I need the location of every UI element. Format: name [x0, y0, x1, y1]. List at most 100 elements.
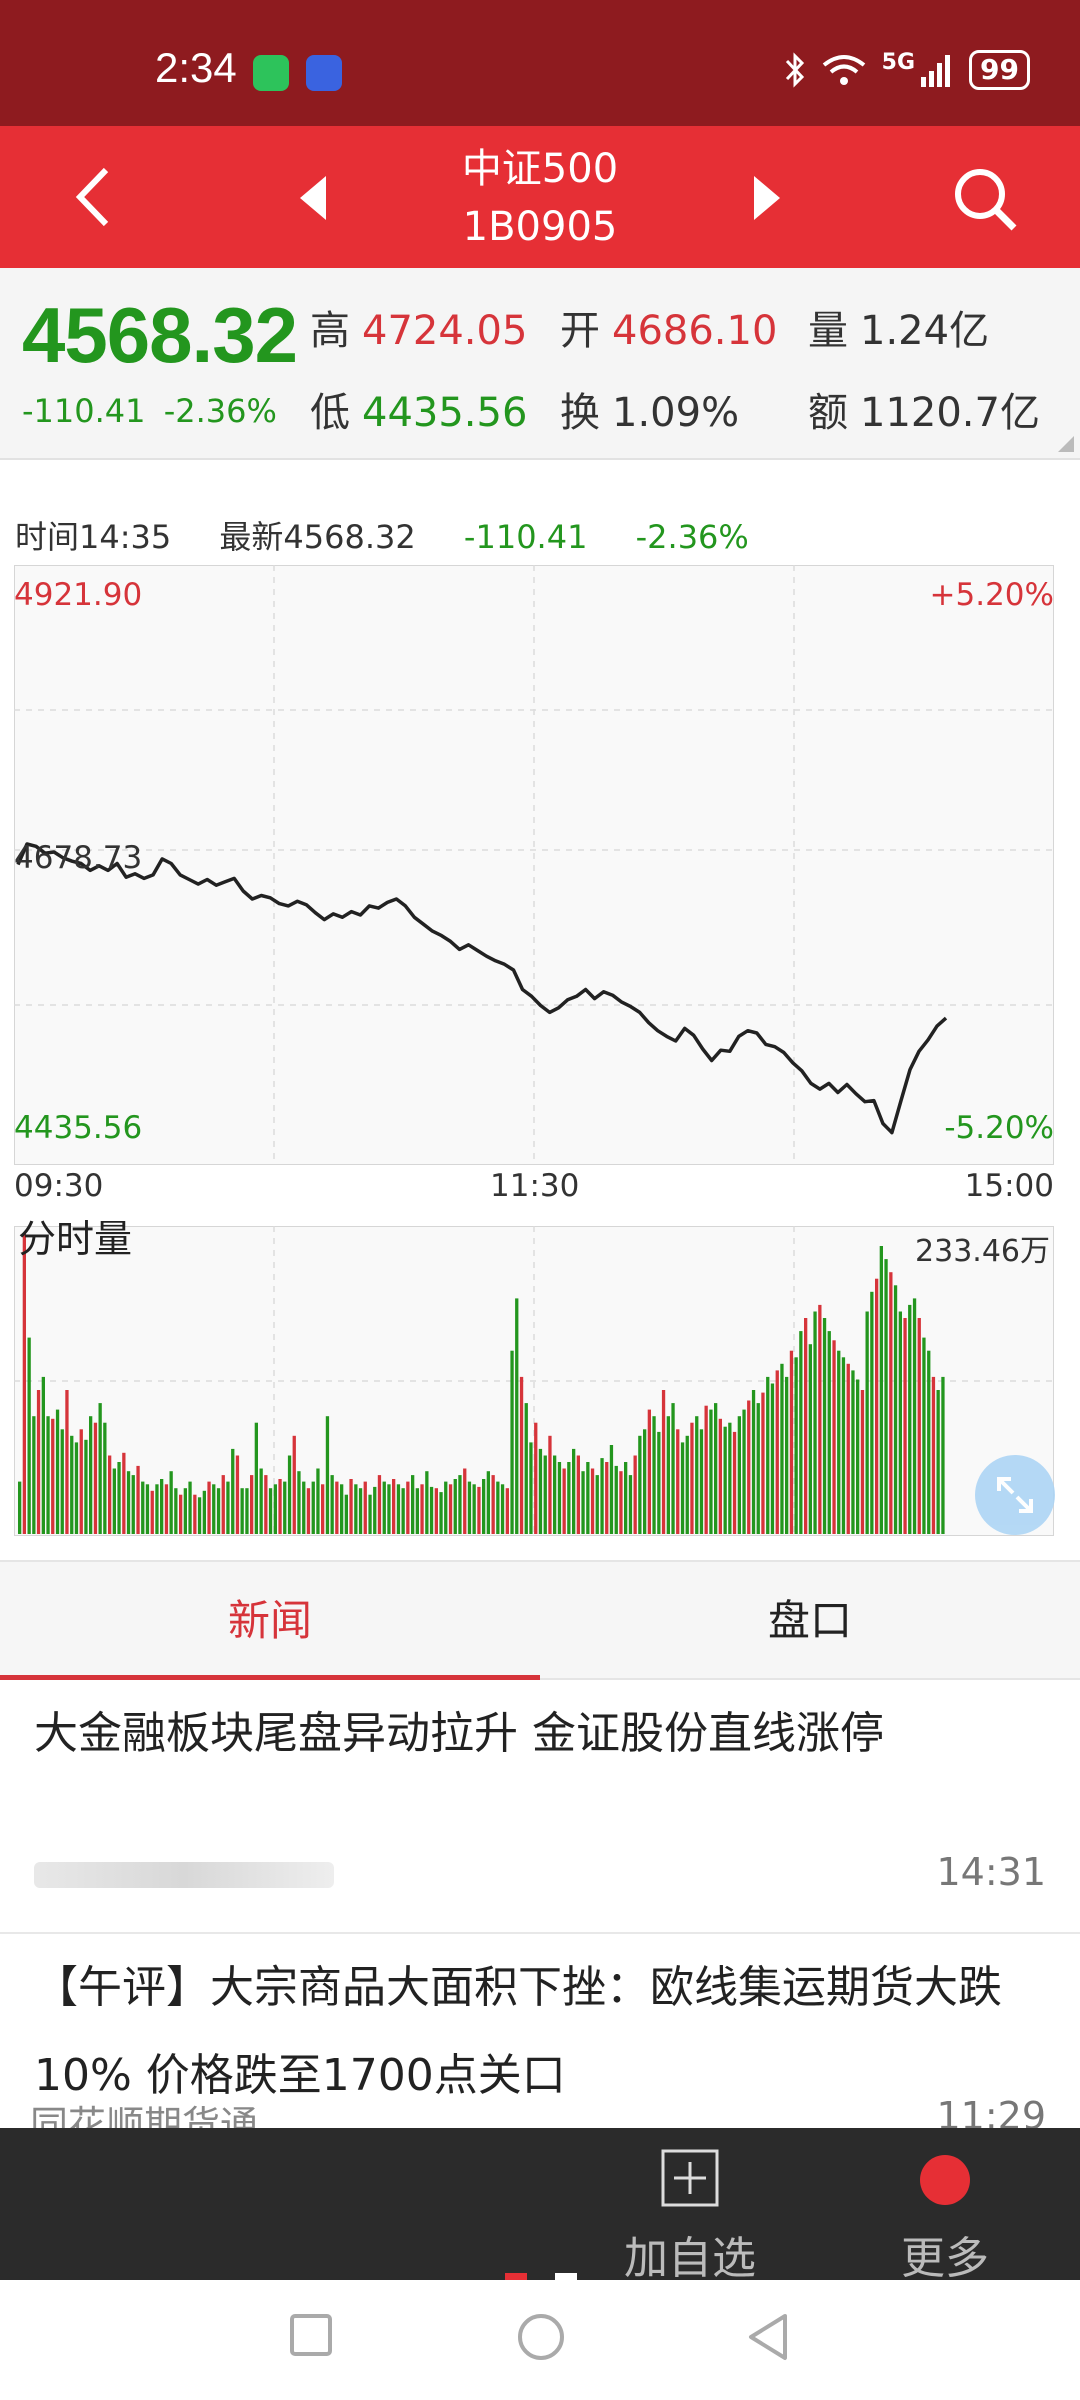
intraday-chart[interactable]: 4921.90 4678.73 4435.56 +5.20% -5.20% — [13, 564, 1055, 1166]
next-stock-icon[interactable] — [752, 174, 782, 222]
tab-news[interactable]: 新闻 — [0, 1562, 540, 1680]
volume-bar — [463, 1468, 467, 1534]
volume-bar — [259, 1468, 263, 1534]
recents-icon[interactable] — [288, 2312, 334, 2358]
fullscreen-button[interactable] — [975, 1455, 1055, 1535]
volume-bar — [472, 1484, 476, 1534]
volume-bar — [822, 1318, 827, 1534]
volume-bar — [747, 1400, 751, 1534]
status-bar: 2:34 5G 99 — [0, 0, 1080, 126]
volume-bar — [477, 1486, 481, 1534]
quote-panel: 4568.32 -110.41 -2.36% 高 4724.05 开 4686.10… — [0, 268, 1080, 460]
high-cell: 高 4724.05 — [310, 298, 527, 356]
volume-bar — [519, 1376, 524, 1534]
volume-max-label: 233.46万 — [915, 1234, 1050, 1269]
wechat-icon — [253, 55, 289, 91]
y-mid-label: 4678.73 — [14, 840, 143, 876]
volume-bar — [756, 1403, 760, 1534]
volume-bar — [264, 1475, 268, 1534]
stock-name: 中证500 — [461, 146, 619, 192]
tab-order-book[interactable]: 盘口 — [540, 1562, 1080, 1680]
volume-bar — [666, 1416, 670, 1534]
volume-bar — [155, 1484, 159, 1534]
volume-bar — [74, 1442, 79, 1534]
volume-bar — [742, 1409, 746, 1534]
volume-bar — [169, 1471, 173, 1534]
high-value: 4724.05 — [362, 308, 528, 354]
volume-bar — [36, 1390, 41, 1534]
volume-title: 分时量 — [18, 1217, 133, 1261]
news-item[interactable]: 【午评】大宗商品大面积下挫：欧线集运期货大跌10% 价格跌至1700点关口 同花… — [0, 1934, 1080, 2128]
amount-label: 额 — [808, 390, 848, 436]
volume-bar — [936, 1390, 940, 1534]
open-cell: 开 4686.10 — [560, 298, 777, 356]
volume-bar — [335, 1481, 339, 1534]
header: 中证500 1B0905 — [0, 126, 1080, 268]
volume-bar — [373, 1486, 377, 1534]
volume-bar — [27, 1337, 31, 1534]
volume-bar — [785, 1376, 789, 1534]
volume-bar — [813, 1311, 817, 1534]
volume-bar — [112, 1468, 116, 1534]
volume-bar — [841, 1357, 846, 1534]
chart-info: 时间14:35 最新4568.32 -110.41 -2.36% — [15, 512, 787, 558]
volume-bar — [619, 1471, 623, 1534]
volume-bar — [245, 1488, 249, 1534]
home-icon[interactable] — [516, 2312, 566, 2362]
volume-bar — [661, 1390, 666, 1534]
volume-bar — [534, 1422, 538, 1534]
volume-bar — [325, 1416, 330, 1534]
volume-bar — [93, 1422, 98, 1534]
volume-bar — [737, 1416, 741, 1534]
volume-bar — [643, 1429, 647, 1534]
volume-bar — [870, 1291, 874, 1534]
current-price: 4568.32 — [22, 291, 298, 379]
volume-bar — [595, 1475, 599, 1534]
volume-bar — [292, 1435, 296, 1534]
add-watchlist-label: 加自选 — [624, 2233, 756, 2284]
search-icon[interactable] — [950, 164, 1020, 234]
volume-bar — [770, 1383, 775, 1534]
amount-value: 1120.7亿 — [860, 390, 1040, 436]
previous-stock-icon[interactable] — [298, 174, 328, 222]
add-watchlist-button[interactable]: 加自选 — [615, 2148, 765, 2286]
bluetooth-icon — [785, 52, 804, 88]
volume-bar — [709, 1409, 713, 1534]
volume-bar — [628, 1475, 633, 1534]
volume-bar — [448, 1484, 453, 1534]
back-nav-icon[interactable] — [745, 2312, 791, 2362]
volume-bar — [766, 1376, 770, 1534]
volume-bar — [411, 1475, 415, 1534]
volume-bar — [235, 1455, 240, 1534]
volume-bar — [751, 1390, 756, 1534]
volume-bar — [344, 1494, 348, 1534]
news-item[interactable]: 大金融板块尾盘异动拉升 金证股份直线涨停 14:31 — [0, 1682, 1080, 1932]
volume-bar — [590, 1468, 595, 1534]
volume-bar — [548, 1435, 552, 1534]
info-change-pct: -2.36% — [635, 518, 749, 556]
news-source-blurred — [34, 1862, 334, 1888]
volume-bar — [444, 1481, 448, 1534]
volume-chart[interactable] — [13, 1225, 1055, 1537]
volume-bar — [576, 1455, 580, 1534]
volume-bar — [789, 1350, 794, 1534]
volume-bar — [363, 1481, 367, 1534]
more-button[interactable]: 更多 — [870, 2148, 1020, 2286]
volume-bar — [704, 1405, 708, 1534]
volume-bar — [486, 1471, 490, 1534]
volume-bar — [832, 1340, 836, 1534]
volume-bar — [775, 1370, 779, 1534]
volume-bar — [714, 1403, 718, 1534]
y-top-label: 4921.90 — [14, 577, 143, 613]
back-icon[interactable] — [70, 164, 114, 230]
low-cell: 低 4435.56 — [310, 380, 527, 438]
volume-bar — [804, 1318, 808, 1534]
volume-bar — [685, 1435, 689, 1534]
volume-bar — [429, 1486, 434, 1534]
battery-icon: 99 — [969, 50, 1030, 90]
volume-bar — [330, 1475, 334, 1534]
time-label-end: 15:00 — [964, 1168, 1054, 1204]
expand-corner-icon[interactable] — [1058, 436, 1074, 452]
volume-bar — [690, 1422, 694, 1534]
volume-bar — [605, 1462, 609, 1534]
